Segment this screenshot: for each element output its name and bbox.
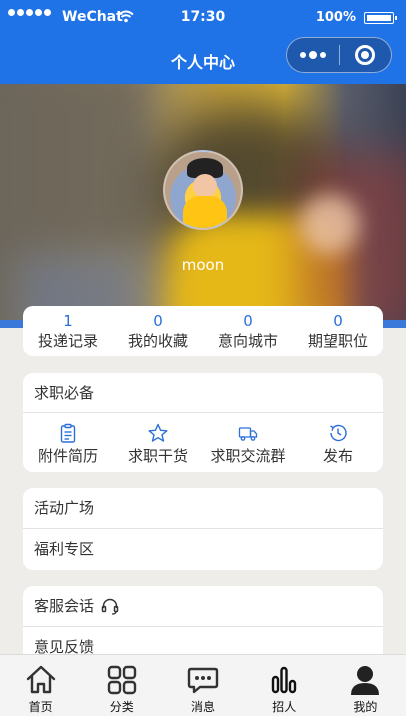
item-label: 求职交流群	[210, 447, 286, 465]
nav-bar: 个人中心	[0, 36, 406, 84]
close-mini-program-icon[interactable]	[339, 45, 391, 65]
stat-value: 0	[333, 312, 343, 330]
job-tips-button[interactable]: 求职干货	[113, 413, 203, 471]
stat-value: 1	[63, 312, 73, 330]
publish-button[interactable]: 发布	[293, 413, 383, 471]
avatar[interactable]	[163, 150, 243, 230]
person-icon	[351, 666, 380, 695]
star-icon	[148, 423, 168, 442]
tab-label: 消息	[191, 700, 216, 714]
job-group-button[interactable]: 求职交流群	[203, 413, 293, 471]
tab-recruit[interactable]: 招人	[244, 655, 325, 716]
attachment-resume-button[interactable]: 附件简历	[23, 413, 113, 471]
status-bar: WeChat 17:30 100%	[0, 0, 406, 36]
job-essentials-card: 求职必备 附件简历 求职干货 求职交流群 发布	[23, 373, 383, 472]
truck-icon	[238, 427, 258, 441]
grid-icon	[107, 665, 136, 695]
activities-menu-card: 活动广场 福利专区	[23, 488, 383, 570]
menu-item-activity-plaza[interactable]: 活动广场	[23, 488, 383, 529]
headset-icon	[101, 598, 119, 615]
bottom-tab-bar: 首页 分类 消息 招人 我的	[0, 654, 406, 716]
battery-percent: 100%	[315, 10, 356, 25]
tab-label: 我的	[353, 700, 378, 714]
more-options-icon[interactable]	[287, 50, 339, 59]
item-label: 求职干货	[127, 447, 188, 465]
menu-item-customer-service[interactable]: 客服会话	[23, 586, 383, 627]
tab-label: 招人	[272, 700, 297, 714]
stat-value: 0	[153, 312, 163, 330]
home-icon	[26, 665, 55, 694]
tab-label: 分类	[109, 700, 134, 714]
stat-label: 意向城市	[217, 332, 278, 350]
menu-item-label: 福利专区	[34, 540, 95, 558]
stat-preferred-cities[interactable]: 0 意向城市	[203, 306, 293, 356]
menu-item-label: 客服会话	[34, 596, 95, 615]
stat-label: 我的收藏	[127, 332, 188, 350]
message-icon	[187, 667, 219, 694]
tab-messages[interactable]: 消息	[162, 655, 243, 716]
item-label: 附件简历	[37, 447, 98, 465]
stat-label: 投递记录	[37, 332, 98, 350]
battery-icon	[364, 12, 397, 24]
mini-program-capsule	[286, 37, 392, 73]
stat-expected-positions[interactable]: 0 期望职位	[293, 306, 383, 356]
bar-chart-icon	[272, 666, 297, 694]
tab-mine[interactable]: 我的	[325, 655, 406, 716]
section-title: 求职必备	[23, 373, 383, 413]
tab-categories[interactable]: 分类	[81, 655, 162, 716]
stat-favorites[interactable]: 0 我的收藏	[113, 306, 203, 356]
stat-delivery-records[interactable]: 1 投递记录	[23, 306, 113, 356]
menu-item-benefits-zone[interactable]: 福利专区	[23, 529, 383, 570]
clock-icon	[330, 424, 347, 442]
profile-header-background: moon	[0, 84, 406, 328]
stat-label: 期望职位	[307, 332, 368, 350]
menu-item-label: 活动广场	[34, 498, 95, 517]
clipboard-icon	[60, 423, 76, 443]
stats-card: 1 投递记录 0 我的收藏 0 意向城市 0 期望职位	[23, 306, 383, 356]
stat-value: 0	[243, 312, 253, 330]
tab-home[interactable]: 首页	[0, 655, 81, 716]
username: moon	[181, 256, 225, 274]
tab-label: 首页	[28, 700, 53, 714]
item-label: 发布	[322, 447, 353, 465]
